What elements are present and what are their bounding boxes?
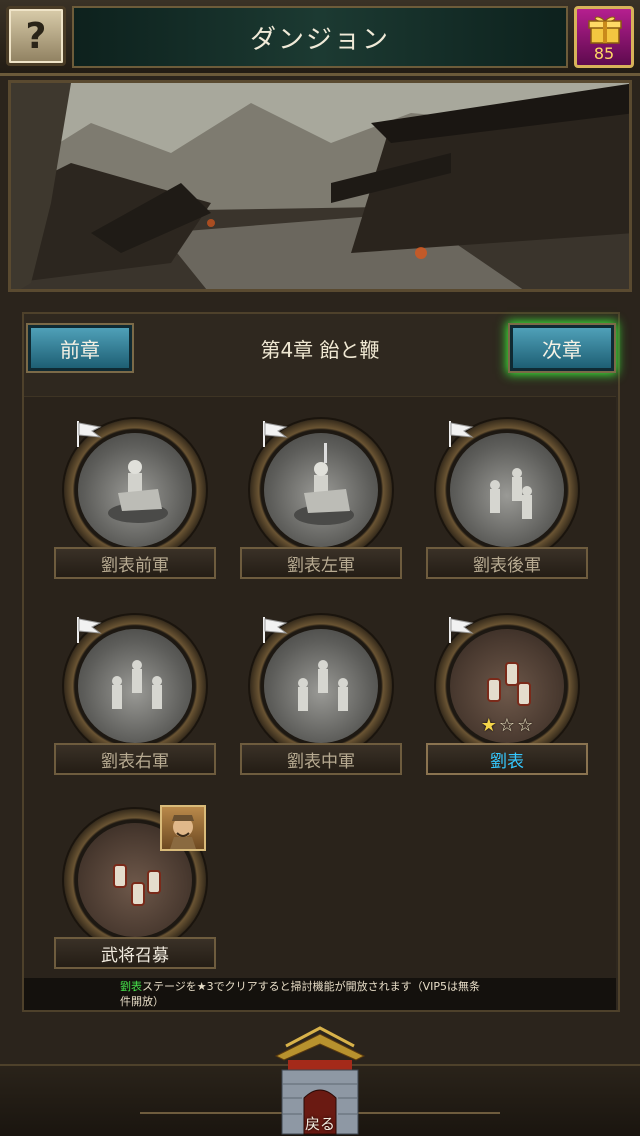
stage-label: 劉表中軍 <box>240 743 402 775</box>
star-empty-icon: ☆ <box>517 715 534 736</box>
stage-portrait <box>450 433 564 547</box>
stage-node-7[interactable]: 武将召募 <box>54 805 216 989</box>
stage-label: 劉表左軍 <box>240 547 402 579</box>
stage-node-3[interactable]: 劉表後軍 <box>426 419 588 599</box>
gift-button[interactable]: 85 <box>574 6 634 68</box>
cleared-flag-icon <box>77 421 102 447</box>
cleared-flag-icon <box>449 617 474 643</box>
notice-text: 劉表ステージを★3でクリアすると掃討機能が開放されます（VIP5は無条 件開放） <box>24 978 616 1010</box>
stage-portrait <box>78 433 192 547</box>
title-plate: ダンジョン <box>72 6 568 68</box>
stage-node-6[interactable]: ★ ☆ ☆ 劉表 <box>426 615 588 795</box>
stage-portrait <box>78 629 192 743</box>
stage-area: 劉表前軍 劉表左軍 劉表後軍 劉表右軍 劉表中軍 ★ ☆ ☆ 劉表 武将召募 <box>24 396 616 978</box>
stage-stars: ★ ☆ ☆ <box>472 715 542 737</box>
notice-line1: ステージを★3でクリアすると掃討機能が開放されます（VIP5は無条 <box>142 980 481 993</box>
stage-label: 武将召募 <box>54 937 216 969</box>
cleared-flag-icon <box>263 617 288 643</box>
gift-count: 85 <box>593 44 615 63</box>
cleared-flag-icon <box>263 421 288 447</box>
dungeon-banner-image <box>8 80 632 292</box>
stage-portrait <box>264 433 378 547</box>
stage-label: 劉表右軍 <box>54 743 216 775</box>
back-label: 戻る <box>304 1115 335 1133</box>
hero-portrait-icon <box>160 805 206 851</box>
prev-chapter-button[interactable]: 前章 <box>28 325 132 371</box>
stage-node-1[interactable]: 劉表前軍 <box>54 419 216 599</box>
next-chapter-button[interactable]: 次章 <box>510 325 614 371</box>
star-empty-icon: ☆ <box>498 715 516 736</box>
notice-highlight: 劉表 <box>120 980 142 993</box>
gift-icon <box>588 16 622 44</box>
stage-label: 劉表 <box>426 743 588 775</box>
stage-node-4[interactable]: 劉表右軍 <box>54 615 216 795</box>
chapter-title: 第4章 飴と鞭 <box>260 338 380 362</box>
star-filled-icon: ★ <box>480 715 497 736</box>
stage-node-2[interactable]: 劉表左軍 <box>240 419 402 599</box>
back-button[interactable]: 戻る <box>266 1026 374 1136</box>
stage-label: 劉表前軍 <box>54 547 216 579</box>
cleared-flag-icon <box>449 421 474 447</box>
cleared-flag-icon <box>77 617 102 643</box>
stage-portrait <box>264 629 378 743</box>
stage-label: 劉表後軍 <box>426 547 588 579</box>
notice-line2: 件開放） <box>120 995 164 1008</box>
help-button[interactable]: ? <box>6 6 66 66</box>
page-title: ダンジョン <box>249 24 390 55</box>
stage-node-5[interactable]: 劉表中軍 <box>240 615 402 795</box>
